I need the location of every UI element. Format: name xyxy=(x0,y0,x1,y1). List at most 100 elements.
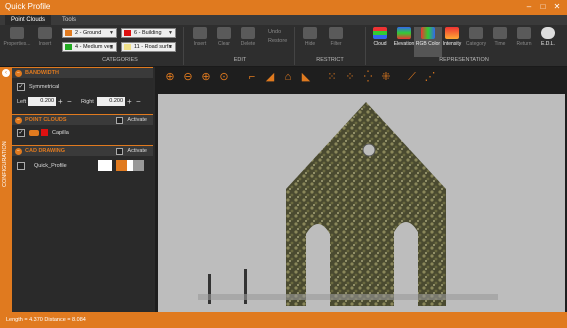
configuration-panel: − BANDWIDTH ✓ Symmetrical Left 0.200 + −… xyxy=(12,67,153,312)
capilla-checkbox[interactable]: ✓ xyxy=(17,129,25,137)
measure-icon[interactable]: ⟋ xyxy=(405,69,419,85)
snap-points-icon[interactable]: ⁘ xyxy=(343,69,357,85)
title-bar: Quick Profile – □ ✕ xyxy=(0,0,567,15)
color-swatch-white[interactable] xyxy=(98,160,112,171)
right-decrement-button[interactable]: − xyxy=(136,97,141,106)
category-swatch xyxy=(65,44,72,50)
group-separator xyxy=(183,27,184,65)
cad-item-name: Quick_Profile xyxy=(34,163,67,169)
configuration-label: CONFIGURATION xyxy=(2,141,8,187)
representation-group-label: REPRESENTATION xyxy=(439,57,489,63)
symmetrical-checkbox[interactable]: ✓ xyxy=(17,83,25,91)
draw-corner-icon[interactable]: ◣ xyxy=(299,69,313,85)
category-icon xyxy=(469,27,483,39)
chevron-down-icon: ▼ xyxy=(109,30,114,36)
clear-icon xyxy=(217,27,231,39)
right-label: Right xyxy=(81,99,94,105)
insert-icon xyxy=(193,27,207,39)
color-swatch[interactable] xyxy=(41,129,48,136)
minimize-button[interactable]: – xyxy=(522,1,536,13)
bandwidth-header[interactable]: − BANDWIDTH xyxy=(12,67,153,78)
edl-cloud-icon xyxy=(541,27,555,39)
collapse-arrow-icon[interactable]: ‹ xyxy=(2,69,10,77)
chevron-down-icon: ▼ xyxy=(168,44,173,50)
left-label: Left xyxy=(17,99,27,105)
category-swatch xyxy=(124,30,131,36)
hide-icon xyxy=(303,27,317,39)
category-swatch xyxy=(65,30,72,36)
insert-category-button[interactable]: Insert xyxy=(31,27,59,47)
categories-group-label: CATEGORIES xyxy=(102,57,138,63)
window-title: Quick Profile xyxy=(5,2,51,11)
cloud-color-icon xyxy=(29,130,39,136)
category-select-3[interactable]: 4 - Medium veg ▼ xyxy=(62,42,117,52)
measure-angle-icon[interactable]: ⋰ xyxy=(423,69,437,85)
restore-button[interactable]: Restore xyxy=(268,38,287,44)
edl-button[interactable]: E.D.L. xyxy=(534,27,562,47)
collapse-icon: − xyxy=(15,148,22,155)
left-arch-window xyxy=(306,224,330,306)
draw-line-icon[interactable]: ⌐ xyxy=(245,69,259,85)
cad-drawing-header[interactable]: − CAD DRAWING Activate xyxy=(12,145,153,156)
maximize-button[interactable]: □ xyxy=(536,1,550,13)
draw-polyline-icon[interactable]: ◢ xyxy=(263,69,277,85)
configuration-strip: ‹ CONFIGURATION xyxy=(0,67,12,312)
properties-icon xyxy=(10,27,24,39)
close-button[interactable]: ✕ xyxy=(550,1,564,13)
filter-button[interactable]: Filter xyxy=(322,27,350,47)
time-icon xyxy=(493,27,507,39)
left-value-field[interactable]: 0.200 xyxy=(28,97,56,106)
church-profile-render xyxy=(198,102,498,306)
right-increment-button[interactable]: + xyxy=(127,97,132,106)
line-style-swatch[interactable] xyxy=(116,160,144,171)
ground-points xyxy=(198,294,498,300)
status-bar: Length = 4.370 Distance = 8.084 xyxy=(0,312,567,328)
profile-viewer: ⊕ ⊖ ⊕ ⊙ ⌐ ◢ ⌂ ◣ ⁙ ⁘ ⁛ ⁜ ⟋ ⋰ xyxy=(155,67,567,312)
delete-button[interactable]: Delete xyxy=(234,27,262,47)
chevron-down-icon: ▼ xyxy=(109,44,114,50)
chevron-down-icon: ▼ xyxy=(168,30,173,36)
right-arch-window xyxy=(394,222,418,306)
category-select-4[interactable]: 11 - Road surfa ▼ xyxy=(121,42,176,52)
tab-tools[interactable]: Tools xyxy=(56,15,82,25)
hide-button[interactable]: Hide xyxy=(296,27,324,47)
properties-button[interactable]: Properties... xyxy=(3,27,31,47)
point-cloud-name: Capilla xyxy=(52,130,69,136)
collapse-icon: − xyxy=(15,117,22,124)
category-swatch xyxy=(124,44,131,50)
ribbon: Properties... Insert 2 - Ground ▼ 6 - Bui… xyxy=(0,25,567,67)
undo-button[interactable]: Undo xyxy=(268,29,281,35)
filter-icon xyxy=(329,27,343,39)
zoom-in-icon[interactable]: ⊕ xyxy=(163,69,177,85)
category-select-1[interactable]: 2 - Ground ▼ xyxy=(62,28,117,38)
zoom-window-icon[interactable]: ⊕ xyxy=(199,69,213,85)
group-separator xyxy=(294,27,295,65)
snap-grid-icon[interactable]: ⁙ xyxy=(325,69,339,85)
zoom-extent-icon[interactable]: ⊙ xyxy=(217,69,231,85)
activate-checkbox[interactable] xyxy=(116,117,123,124)
snap-edges-icon[interactable]: ⁛ xyxy=(361,69,375,85)
collapse-icon: − xyxy=(15,70,22,77)
quick-profile-checkbox[interactable] xyxy=(17,162,25,170)
ribbon-tabs: Point Clouds Tools xyxy=(0,15,567,25)
category-select-2[interactable]: 6 - Building ▼ xyxy=(121,28,176,38)
delete-icon xyxy=(241,27,255,39)
snap-all-icon[interactable]: ⁜ xyxy=(379,69,393,85)
right-value-field[interactable]: 0.200 xyxy=(97,97,125,106)
rose-window xyxy=(362,143,376,157)
zoom-out-icon[interactable]: ⊖ xyxy=(181,69,195,85)
rgb-icon xyxy=(421,27,435,39)
draw-shape-icon[interactable]: ⌂ xyxy=(281,69,295,85)
restrict-group-label: RESTRICT xyxy=(316,57,344,63)
tab-point-clouds[interactable]: Point Clouds xyxy=(5,15,52,25)
left-increment-button[interactable]: + xyxy=(58,97,63,106)
cloud-icon xyxy=(373,27,387,39)
intensity-icon xyxy=(445,27,459,39)
activate-checkbox[interactable] xyxy=(116,148,123,155)
insert-icon xyxy=(38,27,52,39)
left-decrement-button[interactable]: − xyxy=(67,97,72,106)
elevation-icon xyxy=(397,27,411,39)
point-cloud-canvas[interactable] xyxy=(158,94,565,312)
point-clouds-header[interactable]: − POINT CLOUDS Activate xyxy=(12,114,153,125)
edit-group-label: EDIT xyxy=(233,57,247,63)
